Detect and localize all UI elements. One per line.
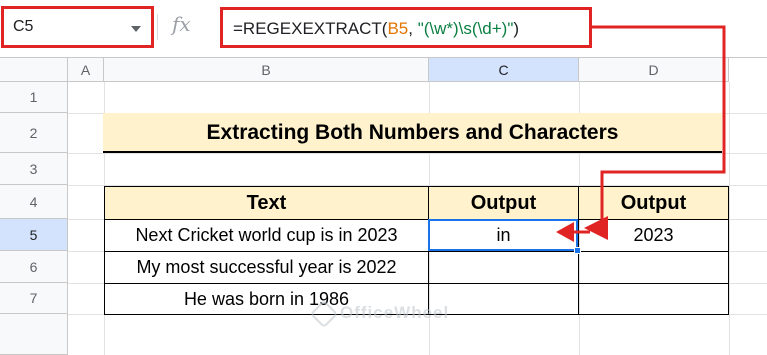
watermark-text: OfficeWheel <box>340 303 450 322</box>
name-box[interactable]: C5 <box>1 6 154 48</box>
formula-text[interactable]: =REGEXEXTRACT(B5, "(\w*)\s(\d+)") <box>233 19 519 39</box>
row-header-5[interactable]: 5 <box>0 219 68 251</box>
cell-c6[interactable] <box>428 251 579 284</box>
sheet-title: Extracting Both Numbers and Characters <box>206 121 619 144</box>
officewheel-logo-icon <box>309 299 339 328</box>
title-cell[interactable]: Extracting Both Numbers and Characters <box>103 113 722 153</box>
watermark-logo: OfficeWheel <box>309 299 464 333</box>
formula-part: B5 <box>387 19 409 38</box>
column-header-d[interactable]: D <box>579 58 729 82</box>
column-header-b[interactable]: B <box>104 58 429 82</box>
fill-handle[interactable] <box>574 247 581 254</box>
table-header-output-c[interactable]: Output <box>428 186 579 220</box>
cell-b5[interactable]: Next Cricket world cup is in 2023 <box>104 219 429 252</box>
cell-d7[interactable] <box>578 283 729 315</box>
row-header-7[interactable]: 7 <box>0 283 68 314</box>
row-header-2[interactable]: 2 <box>0 113 68 153</box>
table-header-text[interactable]: Text <box>104 186 429 220</box>
formula-part: =REGEXEXTRACT( <box>233 19 388 38</box>
cell-d6[interactable] <box>578 251 729 284</box>
row-header-6[interactable]: 6 <box>0 251 68 283</box>
column-header-a[interactable]: A <box>68 58 104 82</box>
cell-d5[interactable]: 2023 <box>578 219 729 252</box>
column-header-c[interactable]: C <box>429 58 579 82</box>
formula-part: ) <box>513 19 520 38</box>
chevron-down-icon[interactable] <box>131 26 141 32</box>
formula-part: , <box>408 19 418 38</box>
formula-part: "(\w*)\s(\d+)" <box>417 19 514 38</box>
row-header-1[interactable]: 1 <box>0 82 68 113</box>
table-header-output-d[interactable]: Output <box>578 186 729 220</box>
active-cell-outline <box>428 219 578 251</box>
row-header-4[interactable]: 4 <box>0 185 68 219</box>
fx-icon: fx <box>172 12 191 36</box>
gridline <box>68 153 767 154</box>
row-header-8[interactable] <box>0 314 68 355</box>
formula-input[interactable]: =REGEXEXTRACT(B5, "(\w*)\s(\d+)") <box>220 7 592 48</box>
formula-separator <box>157 14 158 40</box>
name-box-value[interactable]: C5 <box>13 18 33 36</box>
cell-b6[interactable]: My most successful year is 2022 <box>104 251 429 284</box>
row-header-3[interactable]: 3 <box>0 153 68 185</box>
select-all-corner[interactable] <box>0 58 68 82</box>
